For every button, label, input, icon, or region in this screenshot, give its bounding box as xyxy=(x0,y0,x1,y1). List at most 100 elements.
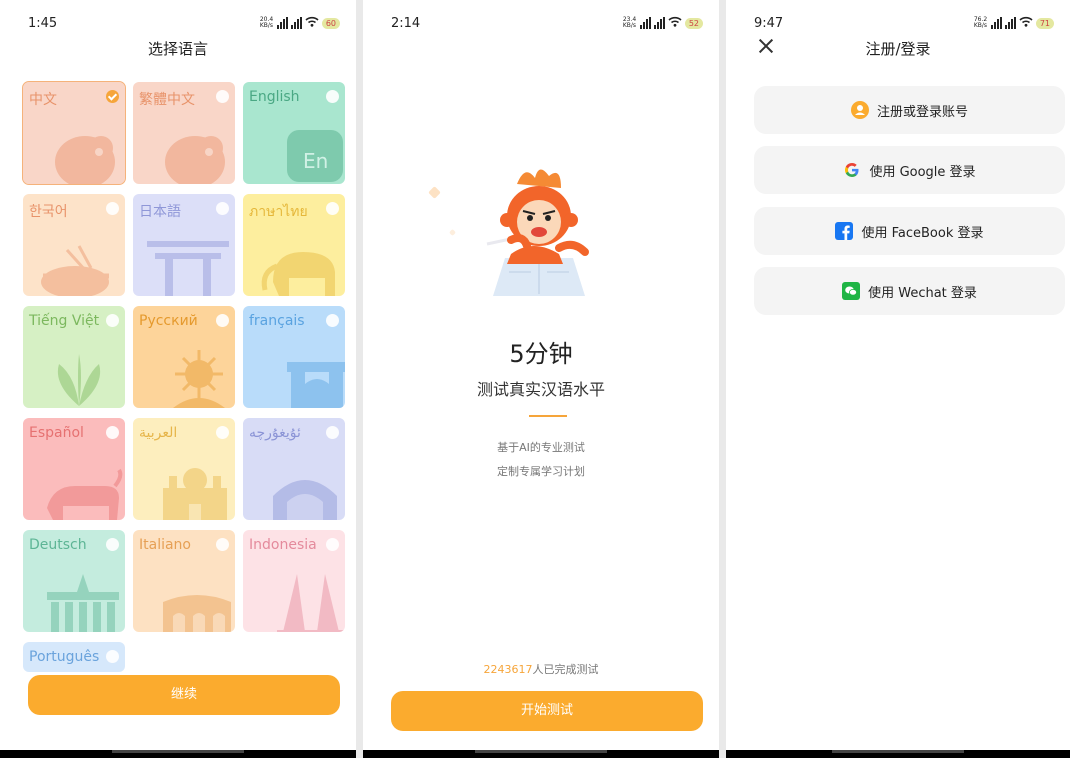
status-time: 1:45 xyxy=(28,16,58,31)
language-option-tile[interactable]: ئۇيغۇرچە xyxy=(243,418,345,520)
language-label: 한국어 xyxy=(29,204,68,220)
landmark-illustration xyxy=(41,245,109,296)
language-option-tile[interactable]: 中文 xyxy=(22,81,126,185)
language-label: ئۇيغۇرچە xyxy=(249,425,301,441)
language-option-tile[interactable]: 繁體中文 xyxy=(133,82,235,184)
radio-unchecked-icon[interactable] xyxy=(106,650,119,663)
language-option-tile[interactable]: Português xyxy=(23,642,125,672)
language-label: Português xyxy=(29,649,100,665)
continue-button[interactable]: 继续 xyxy=(28,675,340,715)
radio-unchecked-icon[interactable] xyxy=(326,90,339,103)
user-icon xyxy=(850,101,869,119)
language-option-tile[interactable]: Русский xyxy=(133,306,235,408)
radio-unchecked-icon[interactable] xyxy=(216,202,229,215)
landmark-illustration xyxy=(173,350,225,408)
language-option-tile[interactable]: Indonesia xyxy=(243,530,345,632)
completion-count-label: 人已完成测试 xyxy=(532,663,599,676)
system-nav-bar xyxy=(363,750,719,758)
radio-unchecked-icon[interactable] xyxy=(106,538,119,551)
google-icon xyxy=(843,161,861,179)
radio-unchecked-icon[interactable] xyxy=(216,538,229,551)
completion-count: 2243617人已完成测试 xyxy=(363,661,719,677)
system-nav-bar xyxy=(0,750,356,758)
wifi-icon xyxy=(1019,16,1033,30)
signal-icon xyxy=(639,17,651,29)
sparkle-decoration xyxy=(448,228,457,237)
battery-indicator: 52 xyxy=(684,17,703,29)
screen-test-intro: 2:14 23.4 KB/s 52 5分钟 测试真实汉语水平 基于AI的专业测试… xyxy=(363,0,719,758)
test-subtitle: 测试真实汉语水平 xyxy=(476,380,605,399)
language-option-tile[interactable]: 日本語 xyxy=(133,194,235,296)
signal-icon xyxy=(653,17,665,29)
language-option-tile[interactable]: Español xyxy=(23,418,125,520)
landmark-illustration xyxy=(47,468,123,520)
radio-unchecked-icon[interactable] xyxy=(216,90,229,103)
radio-unchecked-icon[interactable] xyxy=(106,426,119,439)
status-time: 2:14 xyxy=(391,16,421,31)
language-option-tile[interactable]: Tiếng Việt xyxy=(23,306,125,408)
radio-unchecked-icon[interactable] xyxy=(106,314,119,327)
radio-unchecked-icon[interactable] xyxy=(216,314,229,327)
language-label: العربية xyxy=(139,425,178,441)
account-login-label: 注册或登录账号 xyxy=(876,104,968,120)
google-login-label: 使用 Google 登录 xyxy=(869,164,976,180)
language-option-tile[interactable]: 한국어 xyxy=(23,194,125,296)
language-label: 日本語 xyxy=(139,204,181,220)
wechat-login-button[interactable]: 使用 Wechat 登录 xyxy=(754,267,1065,315)
language-label: Español xyxy=(29,425,84,441)
language-label: 繁體中文 xyxy=(139,92,195,108)
svg-text:En: En xyxy=(303,149,328,173)
battery-indicator: 60 xyxy=(321,17,340,29)
status-icons: 20.4 KB/s 60 xyxy=(260,16,340,30)
start-test-button[interactable]: 开始测试 xyxy=(391,691,703,731)
landmark-illustration xyxy=(147,241,229,296)
language-option-tile[interactable]: العربية xyxy=(133,418,235,520)
language-label: Indonesia xyxy=(249,537,317,553)
system-nav-bar xyxy=(726,750,1070,758)
landmark-illustration xyxy=(287,362,345,408)
signal-icon xyxy=(1004,17,1016,29)
language-label: français xyxy=(249,313,305,329)
accent-divider xyxy=(529,415,567,417)
radio-unchecked-icon[interactable] xyxy=(326,202,339,215)
language-option-tile[interactable]: Italiano xyxy=(133,530,235,632)
signal-icon xyxy=(290,17,302,29)
signal-icon xyxy=(276,17,288,29)
landmark-illustration xyxy=(47,574,119,632)
account-login-button[interactable]: 注册或登录账号 xyxy=(754,86,1065,134)
language-label: Deutsch xyxy=(29,537,87,553)
language-label: Italiano xyxy=(139,537,191,553)
monkey-mascot-illustration xyxy=(486,169,589,296)
network-speed: 20.4 KB/s xyxy=(259,16,274,29)
language-label: Русский xyxy=(139,313,198,329)
landmark-illustration: En xyxy=(287,130,343,182)
language-option-tile[interactable]: ภาษาไทย xyxy=(243,194,345,296)
radio-unchecked-icon[interactable] xyxy=(326,426,339,439)
status-bar: 2:14 23.4 KB/s 52 xyxy=(391,16,703,32)
language-option-tile[interactable]: En English xyxy=(243,82,345,184)
language-label: 中文 xyxy=(29,92,57,108)
wechat-login-label: 使用 Wechat 登录 xyxy=(868,285,977,301)
facebook-login-button[interactable]: 使用 FaceBook 登录 xyxy=(754,207,1065,255)
radio-unchecked-icon[interactable] xyxy=(326,538,339,551)
radio-unchecked-icon[interactable] xyxy=(106,202,119,215)
status-bar: 1:45 20.4 KB/s 60 xyxy=(28,16,340,32)
wifi-icon xyxy=(305,16,319,30)
radio-unchecked-icon[interactable] xyxy=(216,426,229,439)
radio-unchecked-icon[interactable] xyxy=(326,314,339,327)
landmark-illustration xyxy=(261,252,335,296)
language-option-tile[interactable]: français xyxy=(243,306,345,408)
page-title: 选择语言 xyxy=(147,40,208,58)
landmark-illustration xyxy=(57,354,101,406)
status-icons: 23.4 KB/s 52 xyxy=(623,16,703,30)
status-bar: 9:47 76.2 KB/s 71 xyxy=(754,16,1054,32)
feature-study-plan: 定制专属学习计划 xyxy=(497,465,585,478)
google-login-button[interactable]: 使用 Google 登录 xyxy=(754,146,1065,194)
feature-ai-test: 基于AI的专业测试 xyxy=(497,441,585,454)
language-label: Tiếng Việt xyxy=(29,313,100,329)
landmark-illustration xyxy=(163,468,227,520)
radio-checked-icon[interactable] xyxy=(106,90,119,103)
network-speed: 76.2 KB/s xyxy=(973,16,988,29)
landmark-illustration xyxy=(277,574,345,632)
language-option-tile[interactable]: Deutsch xyxy=(23,530,125,632)
